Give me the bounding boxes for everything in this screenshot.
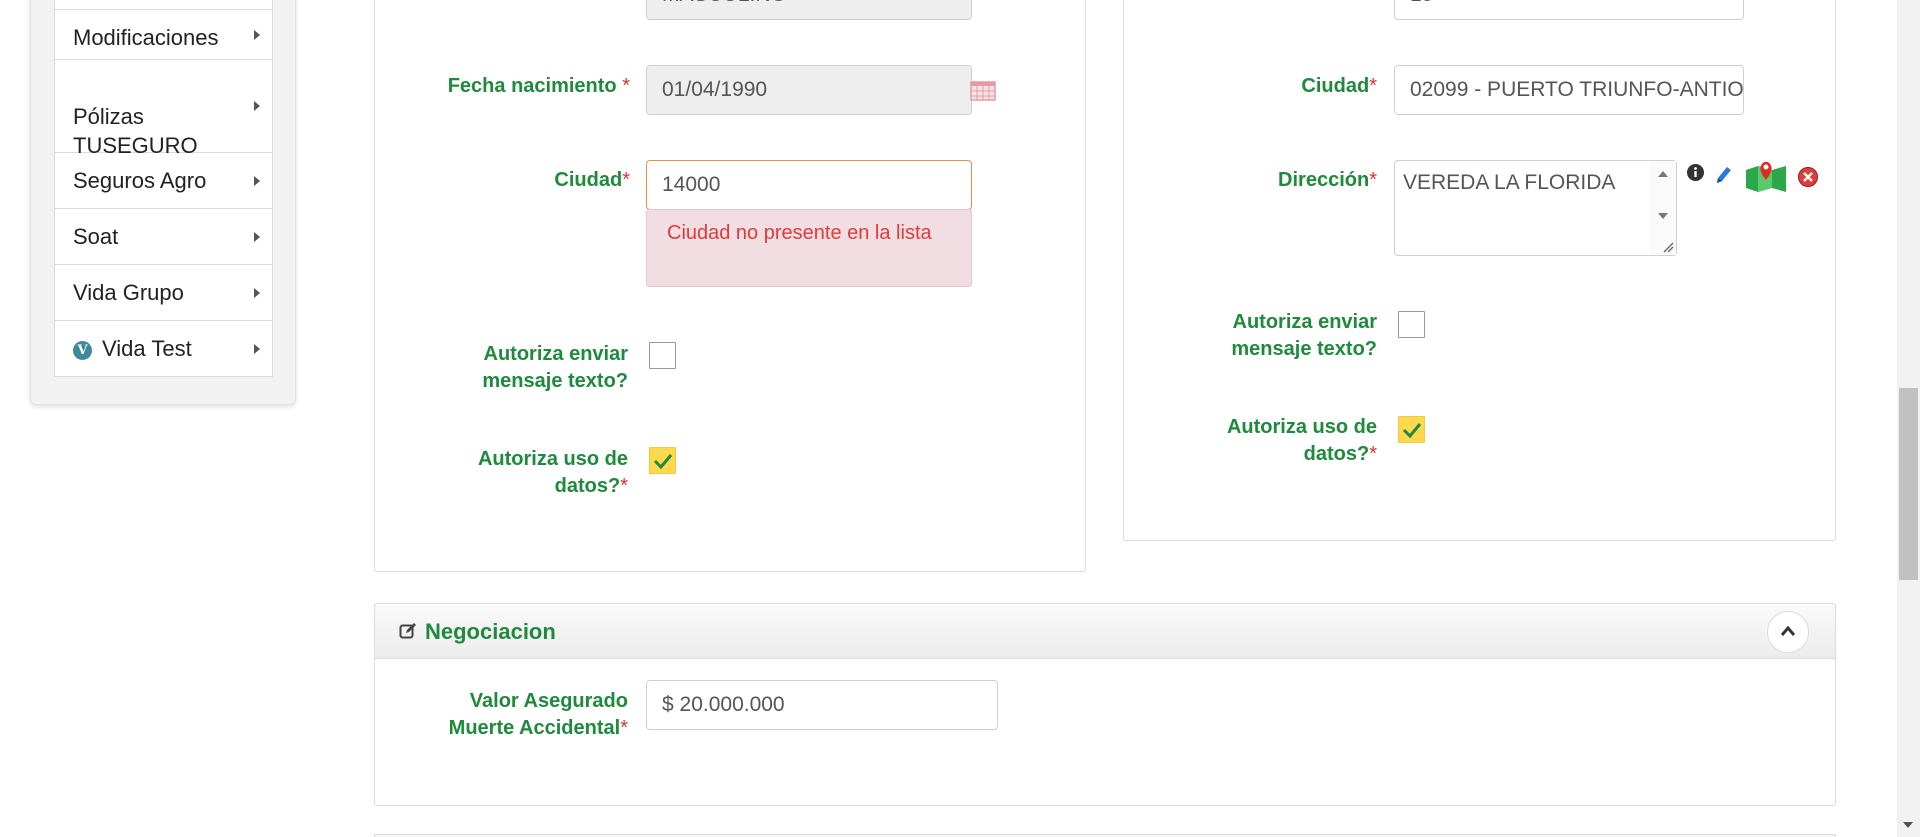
valor-asegurado-label: Valor Asegurado Muerte Accidental* (448, 690, 628, 739)
autoriza-mensaje-right-checkbox[interactable] (1398, 311, 1425, 338)
fecha-nacimiento-input[interactable]: 01/04/1990 (646, 65, 972, 115)
vida-badge-icon: V (73, 341, 92, 360)
resize-handle-icon[interactable] (1662, 241, 1674, 253)
direccion-textarea[interactable]: VEREDA LA FLORIDA (1394, 160, 1677, 256)
map-location-icon[interactable] (1744, 158, 1788, 194)
ciudad-right-label: Ciudad* (1301, 75, 1377, 97)
caret-right-icon (254, 29, 260, 40)
caret-right-icon (254, 101, 260, 111)
ciudad-right-input[interactable]: 02099 - PUERTO TRIUNFO-ANTIOQUIA (1394, 65, 1744, 115)
autoriza-mensaje-checkbox[interactable] (649, 342, 676, 369)
checkmark-icon (653, 454, 673, 470)
scroll-down-arrow-icon[interactable] (1903, 822, 1913, 828)
edit-pencil-icon[interactable] (1713, 164, 1733, 186)
autoriza-datos-label: Autoriza uso de datos?* (477, 448, 628, 497)
sidebar-menu: Modificaciones Pólizas TUSEGURO Test Seg… (54, 0, 273, 377)
autoriza-datos-checkbox[interactable] (649, 447, 676, 474)
sidebar-item-vida-grupo[interactable]: Vida Grupo (55, 265, 272, 321)
delete-circle-icon[interactable] (1797, 166, 1819, 188)
collapse-button[interactable] (1767, 611, 1809, 653)
negociacion-title: Negociacion (425, 619, 556, 644)
sidebar-item-seguros-agro[interactable]: Seguros Agro (55, 153, 272, 209)
ciudad-error-message: Ciudad no presente en la lista (646, 209, 972, 287)
scroll-up-icon[interactable] (1658, 171, 1668, 177)
ciudad-label: Ciudad* (554, 169, 630, 191)
caret-right-icon (254, 287, 260, 298)
sidebar-item-label: Modificaciones (73, 25, 219, 50)
sidebar-item-polizas[interactable]: Pólizas TUSEGURO Test (55, 60, 272, 187)
negociacion-header: Negociacion (374, 603, 1836, 659)
caret-right-icon (254, 343, 260, 354)
genero-field[interactable]: MASCULINO (646, 0, 972, 20)
autoriza-datos-right-checkbox[interactable] (1398, 416, 1425, 443)
autoriza-mensaje-label: Autoriza enviar mensaje texto? (482, 343, 628, 392)
info-icon[interactable] (1686, 163, 1705, 182)
scroll-down-icon[interactable] (1658, 213, 1668, 219)
caret-right-icon (254, 175, 260, 186)
autoriza-datos-right-label: Autoriza uso de datos?* (1226, 416, 1377, 465)
direccion-label: Dirección* (1278, 169, 1377, 191)
edit-square-icon (399, 623, 416, 639)
sidebar-item-label: Vida Grupo (73, 280, 184, 305)
direccion-text: VEREDA LA FLORIDA (1403, 171, 1616, 194)
checkmark-icon (1402, 423, 1422, 439)
calendar-icon[interactable] (970, 81, 996, 101)
sidebar-item-modificaciones[interactable]: Modificaciones (55, 10, 272, 60)
caret-right-icon (254, 231, 260, 242)
ciudad-input[interactable]: 14000 (646, 160, 972, 210)
page-scrollbar[interactable] (1897, 0, 1920, 837)
autoriza-mensaje-right-label: Autoriza enviar mensaje texto? (1231, 311, 1377, 360)
chevron-up-icon (1780, 625, 1796, 636)
sidebar-item-soat[interactable]: Soat (55, 209, 272, 265)
valor-asegurado-input[interactable]: $ 20.000.000 (646, 680, 998, 730)
sidebar-item-top[interactable] (55, 0, 272, 10)
sidebar-item-label: Vida Test (102, 336, 192, 361)
scrollbar-thumb[interactable] (1899, 388, 1918, 580)
textarea-scrollbar[interactable] (1650, 161, 1676, 255)
fecha-nacimiento-label: Fecha nacimiento * (447, 75, 630, 97)
top-right-field[interactable]: 15 (1394, 0, 1744, 20)
sidebar-item-label: Seguros Agro (73, 168, 207, 193)
sidebar-item-label: Soat (73, 224, 119, 249)
sidebar-item-vida-test[interactable]: V Vida Test (55, 321, 272, 377)
